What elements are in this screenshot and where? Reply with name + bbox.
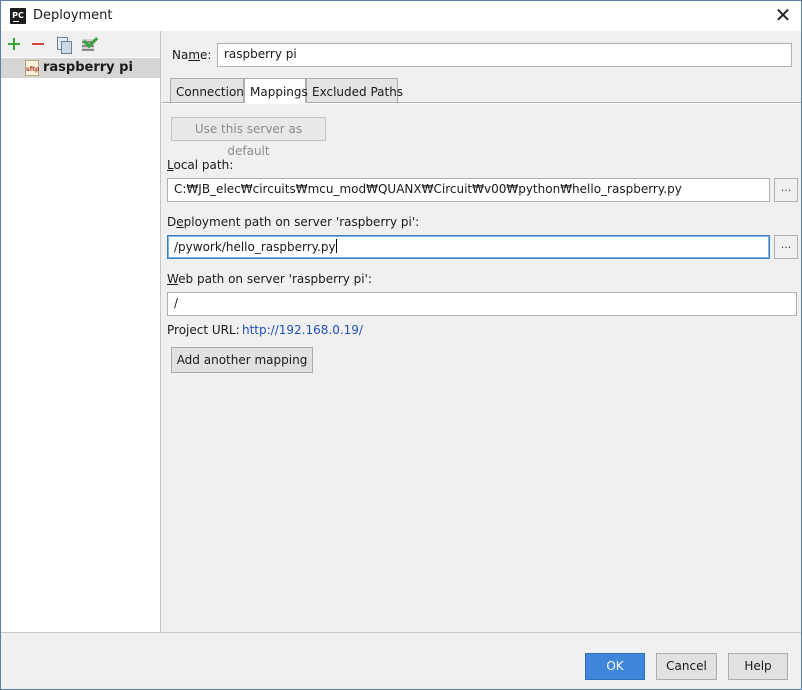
text-caret: [335, 239, 337, 253]
dialog-button-bar: OK Cancel Help: [1, 632, 801, 689]
local-path-browse-button[interactable]: ...: [774, 178, 798, 202]
deployment-dialog: PC Deployment ✕ sftp raspberry pi Name: …: [0, 0, 802, 690]
add-mapping-button[interactable]: Add another mapping: [171, 347, 313, 373]
close-icon[interactable]: ✕: [769, 2, 797, 30]
copy-icon[interactable]: [54, 35, 72, 54]
plus-icon[interactable]: [5, 35, 23, 53]
server-settings-pane: Name: raspberry pi Connection Mappings E…: [162, 31, 801, 632]
check-icon[interactable]: [79, 35, 97, 53]
name-label: Name:: [172, 48, 212, 62]
ok-button[interactable]: OK: [585, 653, 645, 680]
window-title: Deployment: [33, 8, 113, 23]
tab-excluded-paths[interactable]: Excluded Paths: [306, 78, 403, 102]
tab-connection[interactable]: Connection: [170, 78, 244, 102]
project-url-label: Project URL:: [167, 323, 240, 337]
project-url-link[interactable]: http://192.168.0.19/: [242, 323, 363, 337]
server-item-raspberry-pi[interactable]: sftp raspberry pi: [1, 58, 160, 78]
sftp-icon: sftp: [25, 60, 39, 76]
pycharm-app-icon: PC: [10, 8, 26, 24]
use-as-default-button[interactable]: Use this server as default: [171, 117, 326, 158]
title-bar: PC Deployment ✕: [1, 1, 801, 31]
deployment-path-label: Deployment path on server 'raspberry pi'…: [167, 215, 420, 229]
server-item-label: raspberry pi: [43, 60, 133, 75]
web-path-label: Web path on server 'raspberry pi':: [167, 272, 372, 286]
help-button[interactable]: Help: [728, 653, 788, 680]
web-path-input[interactable]: /: [167, 292, 797, 316]
server-toolbar: [1, 31, 160, 57]
server-list-pane: sftp raspberry pi: [1, 31, 161, 632]
cancel-button[interactable]: Cancel: [656, 653, 717, 680]
local-path-label: Local path:: [167, 158, 234, 172]
deployment-path-input[interactable]: /pywork/hello_raspberry.py: [167, 235, 770, 259]
local-path-input[interactable]: C:₩JB_elec₩circuits₩mcu_mod₩QUANX₩Circui…: [167, 178, 770, 202]
minus-icon[interactable]: [29, 35, 47, 53]
tab-mappings[interactable]: Mappings: [244, 78, 308, 103]
deployment-path-browse-button[interactable]: ...: [774, 235, 798, 259]
name-input[interactable]: raspberry pi: [217, 43, 792, 67]
